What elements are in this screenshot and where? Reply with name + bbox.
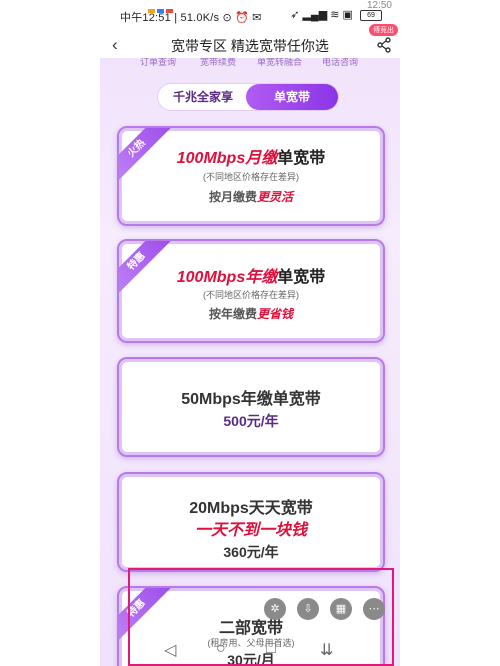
- download-icon[interactable]: ⇩: [297, 598, 319, 620]
- grid-icon[interactable]: ▦: [330, 598, 352, 620]
- subnav-renew[interactable]: 宽带续费: [200, 58, 236, 68]
- subnav-convert[interactable]: 单宽转融合: [257, 58, 302, 68]
- share-badge: 傅竞出: [369, 24, 398, 36]
- plan-note: (不同地区价格存在差异): [203, 290, 299, 300]
- sub-navigation: 订单查询 宽带续费 单宽转融合 电话咨询: [100, 58, 400, 72]
- plan-card-100m-monthly[interactable]: 火热 100Mbps月缴单宽带 (不同地区价格存在差异) 按月缴费更灵活: [117, 126, 385, 226]
- plan-subtitle: 按月缴费更灵活: [119, 188, 383, 205]
- nav-down-icon[interactable]: ⇊: [320, 640, 333, 660]
- nav-back-icon[interactable]: ◁: [164, 640, 176, 660]
- plan-title-rest: 单宽带: [277, 269, 326, 286]
- notification-icons: [148, 0, 184, 13]
- status-bar: 12:50 中午12:51 | 51.0K/s ⊙ ⏰ ✉ ➶ ▂▄▆ ≋ ▣ …: [0, 0, 500, 32]
- plan-subtitle-highlight: 更省钱: [257, 307, 294, 321]
- location-icon: ➶: [290, 9, 300, 21]
- status-right: ➶ ▂▄▆ ≋ ▣ 69: [290, 8, 382, 21]
- nav-home-icon[interactable]: ○: [216, 640, 226, 658]
- subnav-order[interactable]: 订单查询: [140, 58, 176, 68]
- plan-subtitle: 按年缴费更省钱: [119, 305, 383, 322]
- plan-slogan: 一天不到一块钱: [194, 522, 307, 539]
- plan-title: 100Mbps年缴单宽带: [119, 263, 383, 287]
- plan-title: 20Mbps天天宽带: [189, 500, 313, 517]
- clock: 中午12:51: [120, 12, 171, 24]
- plan-price: 500元/年: [223, 413, 279, 429]
- system-nav-bar: ◁ ○ □ ⇊: [100, 638, 400, 666]
- plan-title: 50Mbps年缴单宽带: [181, 391, 321, 408]
- tab-gigabit-family[interactable]: 千兆全家享: [158, 84, 248, 110]
- plan-card-50m-yearly[interactable]: 50Mbps年缴单宽带 500元/年: [117, 357, 385, 457]
- nfc-icon: ▣: [342, 9, 353, 21]
- segment-control: 千兆全家享 单宽带: [158, 84, 338, 110]
- plan-title: 100Mbps月缴单宽带: [119, 144, 383, 168]
- plan-title-rest: 单宽带: [277, 150, 326, 167]
- plan-price: 360元/年: [223, 544, 279, 560]
- share-icon[interactable]: [376, 37, 392, 53]
- plan-subtitle-highlight: 更灵活: [257, 190, 294, 204]
- nav-recent-icon[interactable]: □: [266, 640, 276, 658]
- signal-icon: ▂▄▆: [302, 9, 328, 21]
- plan-subtitle-pre: 按年缴费: [208, 307, 257, 321]
- plan-title-highlight: 100Mbps月缴: [176, 150, 278, 167]
- net-speed: 51.0K/s: [180, 12, 220, 24]
- plan-title-highlight: 100Mbps年缴: [176, 269, 278, 286]
- page-header: ‹ 宽带专区 精选宽带任你选 傅竞出: [100, 24, 400, 58]
- plan-subtitle-pre: 按月缴费: [208, 190, 257, 204]
- battery-icon: 69: [360, 9, 382, 21]
- tab-single-broadband[interactable]: 单宽带: [246, 84, 338, 110]
- status-time: 中午12:51 | 51.0K/s ⊙ ⏰ ✉: [120, 12, 262, 24]
- plan-card-20m-daily[interactable]: 20Mbps天天宽带 一天不到一块钱 360元/年: [117, 472, 385, 572]
- more-icon[interactable]: ⋯: [363, 598, 385, 620]
- plan-card-100m-yearly[interactable]: 特惠 100Mbps年缴单宽带 (不同地区价格存在差异) 按年缴费更省钱: [117, 239, 385, 343]
- wifi-icon: ≋: [330, 9, 340, 21]
- sparkle-icon[interactable]: ✲: [264, 598, 286, 620]
- page-title: 宽带专区 精选宽带任你选: [171, 38, 329, 54]
- subnav-phone[interactable]: 电话咨询: [322, 58, 358, 68]
- plan-note: (不同地区价格存在差异): [203, 172, 299, 182]
